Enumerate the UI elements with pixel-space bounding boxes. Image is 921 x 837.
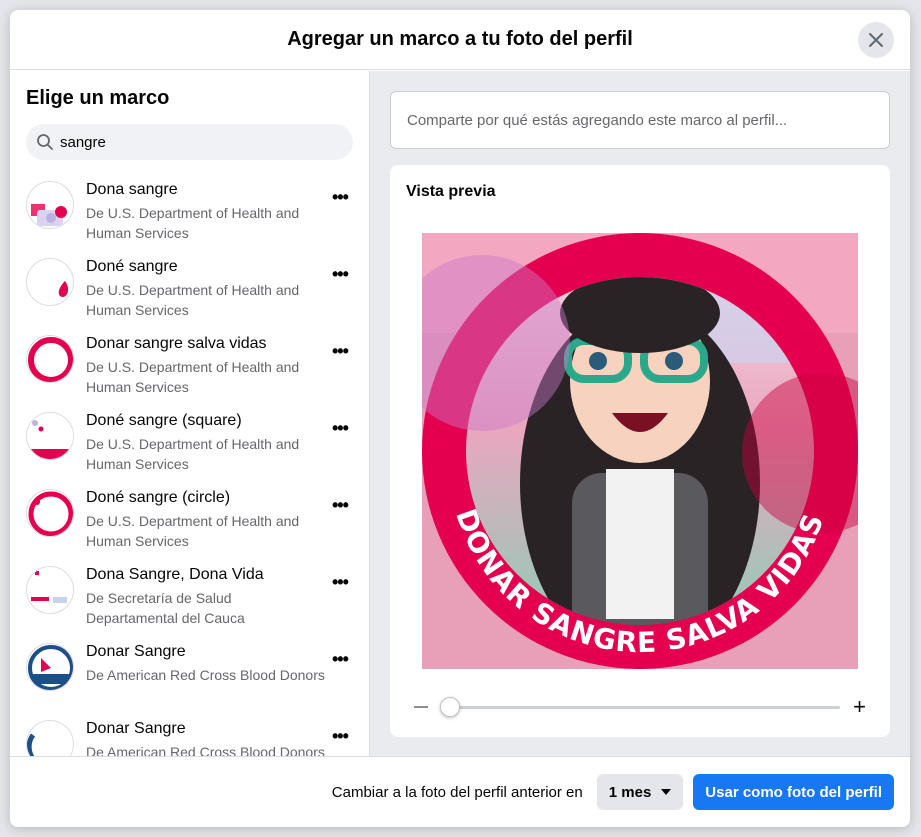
frame-name: Doné sangre bbox=[86, 258, 178, 275]
close-button[interactable] bbox=[858, 22, 894, 58]
preview-pane: Vista previa bbox=[370, 71, 910, 756]
frame-publisher: De U.S. Department of Health and Human S… bbox=[86, 513, 300, 549]
frame-name: Doné sangre (square) bbox=[86, 412, 242, 429]
more-options-icon[interactable]: ••• bbox=[332, 264, 349, 285]
frame-item[interactable]: Doné sangre (square) De U.S. Department … bbox=[10, 410, 369, 487]
frame-item[interactable]: Doné sangre (circle) De U.S. Department … bbox=[10, 487, 369, 564]
use-as-profile-photo-button[interactable]: Usar como foto del perfil bbox=[693, 774, 894, 810]
frame-thumbnail bbox=[26, 643, 74, 691]
frame-thumbnail bbox=[26, 181, 74, 229]
zoom-track[interactable] bbox=[442, 706, 840, 709]
more-options-icon[interactable]: ••• bbox=[332, 418, 349, 439]
dialog-body: Elige un marco sangre Dona sangre De U.S… bbox=[10, 71, 910, 756]
frame-name: Doné sangre (circle) bbox=[86, 489, 231, 506]
zoom-handle[interactable] bbox=[440, 697, 460, 717]
search-icon bbox=[37, 134, 53, 150]
frame-item[interactable]: Dona Sangre, Dona Vida De Secretaría de … bbox=[10, 564, 369, 641]
more-options-icon[interactable]: ••• bbox=[332, 187, 349, 208]
close-icon bbox=[869, 33, 883, 47]
frame-dialog: Agregar un marco a tu foto del perfil El… bbox=[10, 10, 910, 827]
frame-publisher: De U.S. Department of Health and Human S… bbox=[86, 282, 300, 318]
search-box[interactable] bbox=[26, 124, 353, 160]
frame-name: Dona Sangre, Dona Vida bbox=[86, 566, 264, 583]
revert-label: Cambiar a la foto del perfil anterior en bbox=[331, 783, 583, 801]
frame-thumbnail bbox=[26, 720, 74, 756]
caption-field[interactable] bbox=[390, 91, 890, 149]
more-options-icon[interactable]: ••• bbox=[332, 649, 349, 670]
profile-preview-image: DONAR SANGRE SALVA VIDAS bbox=[422, 233, 858, 669]
frame-thumbnail bbox=[26, 258, 74, 306]
frame-item[interactable]: Donar sangre salva vidas De U.S. Departm… bbox=[10, 333, 369, 410]
duration-dropdown[interactable]: 1 mes bbox=[596, 774, 684, 810]
frame-item[interactable]: Donar Sangre De American Red Cross Blood… bbox=[10, 718, 369, 756]
search-input[interactable] bbox=[60, 133, 320, 151]
zoom-out-icon[interactable] bbox=[414, 706, 428, 708]
frame-item[interactable]: Donar Sangre De American Red Cross Blood… bbox=[10, 641, 369, 718]
dialog-title: Agregar un marco a tu foto del perfil bbox=[287, 28, 633, 50]
sidebar-heading: Elige un marco bbox=[26, 87, 170, 109]
more-options-icon[interactable]: ••• bbox=[332, 341, 349, 362]
zoom-slider[interactable]: + bbox=[414, 695, 866, 719]
more-options-icon[interactable]: ••• bbox=[332, 495, 349, 516]
frame-publisher: De U.S. Department of Health and Human S… bbox=[86, 205, 300, 241]
frame-thumbnail bbox=[26, 566, 74, 614]
more-options-icon[interactable]: ••• bbox=[332, 726, 349, 747]
frame-thumbnail bbox=[26, 335, 74, 383]
frame-thumbnail bbox=[26, 489, 74, 537]
frame-publisher: De American Red Cross Blood Donors bbox=[86, 667, 325, 683]
duration-value: 1 mes bbox=[608, 783, 652, 801]
frame-publisher: De U.S. Department of Health and Human S… bbox=[86, 359, 300, 395]
frame-name: Donar Sangre bbox=[86, 720, 186, 737]
frame-publisher: De U.S. Department of Health and Human S… bbox=[86, 436, 300, 472]
frame-name: Dona sangre bbox=[86, 181, 178, 198]
dialog-header: Agregar un marco a tu foto del perfil bbox=[10, 10, 910, 70]
frame-item[interactable]: Dona sangre De U.S. Department of Health… bbox=[10, 179, 369, 256]
caption-input[interactable] bbox=[407, 111, 873, 129]
frame-item[interactable]: Doné sangre De U.S. Department of Health… bbox=[10, 256, 369, 333]
dialog-footer: Cambiar a la foto del perfil anterior en… bbox=[10, 756, 910, 827]
more-options-icon[interactable]: ••• bbox=[332, 572, 349, 593]
frame-list: Dona sangre De U.S. Department of Health… bbox=[10, 179, 369, 756]
frame-sidebar: Elige un marco sangre Dona sangre De U.S… bbox=[10, 71, 370, 756]
frame-thumbnail bbox=[26, 412, 74, 460]
frame-name: Donar Sangre bbox=[86, 643, 186, 660]
zoom-in-icon[interactable]: + bbox=[853, 695, 866, 719]
frame-name: Donar sangre salva vidas bbox=[86, 335, 267, 352]
preview-title: Vista previa bbox=[406, 183, 496, 200]
frame-publisher: De American Red Cross Blood Donors bbox=[86, 744, 325, 756]
frame-publisher: De Secretaría de Salud Departamental del… bbox=[86, 590, 245, 626]
preview-card: Vista previa DONAR SANGRE SALVA VIDAS + bbox=[390, 165, 890, 737]
caret-down-icon bbox=[661, 789, 672, 795]
